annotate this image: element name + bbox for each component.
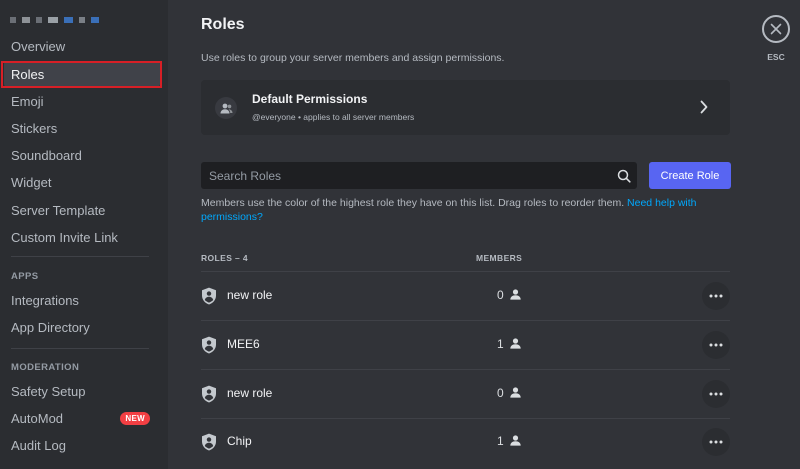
sidebar-item-audit-log[interactable]: Audit Log <box>4 432 160 458</box>
chevron-right-icon <box>700 100 708 119</box>
sidebar-item-stickers[interactable]: Stickers <box>4 115 160 141</box>
server-name-redacted <box>10 17 99 23</box>
esc-label: ESC <box>767 52 785 62</box>
more-dots-icon <box>709 343 723 347</box>
sidebar-item-app-directory[interactable]: App Directory <box>4 314 160 340</box>
role-member-count: 0 <box>497 288 504 302</box>
sidebar-item-overview[interactable]: Overview <box>4 33 160 59</box>
roles-help-text: Members use the color of the highest rol… <box>201 197 697 223</box>
sidebar-item-safety-setup[interactable]: Safety Setup <box>4 378 160 404</box>
search-roles-input[interactable] <box>201 162 611 189</box>
more-dots-icon <box>709 392 723 396</box>
page-title: Roles <box>201 16 245 33</box>
role-name: Chip <box>227 434 252 448</box>
shield-icon <box>202 433 216 451</box>
sidebar-item-widget[interactable]: Widget <box>4 169 160 195</box>
role-member-count: 1 <box>497 434 504 448</box>
new-badge: NEW <box>120 411 150 425</box>
page-subtitle: Use roles to group your server members a… <box>201 52 505 64</box>
role-row[interactable]: Chip 1 <box>201 418 730 466</box>
role-name: new role <box>227 386 273 400</box>
sidebar-item-server-template[interactable]: Server Template <box>4 197 160 223</box>
role-name: MEE6 <box>227 337 260 351</box>
close-icon <box>770 23 782 35</box>
person-icon <box>510 387 521 398</box>
person-icon <box>510 338 521 349</box>
search-icon[interactable] <box>611 169 637 183</box>
role-more-button[interactable] <box>702 282 730 310</box>
person-icon <box>510 435 521 446</box>
role-more-button[interactable] <box>702 331 730 359</box>
sidebar-divider <box>11 256 149 257</box>
sidebar-item-integrations[interactable]: Integrations <box>4 287 160 313</box>
default-permissions-card[interactable]: Default Permissions @everyone • applies … <box>201 80 730 135</box>
create-role-button[interactable]: Create Role <box>649 162 731 189</box>
shield-icon <box>202 385 216 403</box>
role-more-button[interactable] <box>702 380 730 408</box>
default-permissions-title: Default Permissions <box>252 92 368 106</box>
roles-column-header: ROLES – 4 <box>201 253 249 263</box>
sidebar-header-apps: APPS <box>11 271 39 282</box>
default-permissions-description: @everyone • applies to all server member… <box>252 112 415 122</box>
sidebar-item-custom-invite-link[interactable]: Custom Invite Link <box>4 224 160 250</box>
role-row[interactable]: MEE6 1 <box>201 321 730 369</box>
sidebar-item-emoji[interactable]: Emoji <box>4 88 160 114</box>
person-icon <box>510 289 521 300</box>
settings-sidebar: Overview Roles Emoji Stickers Soundboard… <box>0 0 168 469</box>
close-button[interactable] <box>762 15 790 43</box>
sidebar-divider <box>11 348 149 349</box>
members-column-header: MEMBERS <box>476 253 523 263</box>
sidebar-item-roles[interactable]: Roles <box>4 61 160 87</box>
more-dots-icon <box>709 440 723 444</box>
sidebar-item-automod[interactable]: AutoMod NEW <box>4 405 160 431</box>
role-member-count: 0 <box>497 386 504 400</box>
role-member-count: 1 <box>497 337 504 351</box>
role-more-button[interactable] <box>702 428 730 456</box>
sidebar-item-soundboard[interactable]: Soundboard <box>4 142 160 168</box>
search-roles-box <box>201 162 637 189</box>
role-row[interactable]: new role 0 <box>201 370 730 418</box>
more-dots-icon <box>709 294 723 298</box>
role-row[interactable]: new role 0 <box>201 272 730 320</box>
sidebar-header-moderation: MODERATION <box>11 362 80 373</box>
members-icon <box>215 97 237 119</box>
shield-icon <box>202 336 216 354</box>
roles-settings-panel: Roles Use roles to group your server mem… <box>168 0 800 469</box>
role-name: new role <box>227 288 273 302</box>
shield-icon <box>202 287 216 305</box>
